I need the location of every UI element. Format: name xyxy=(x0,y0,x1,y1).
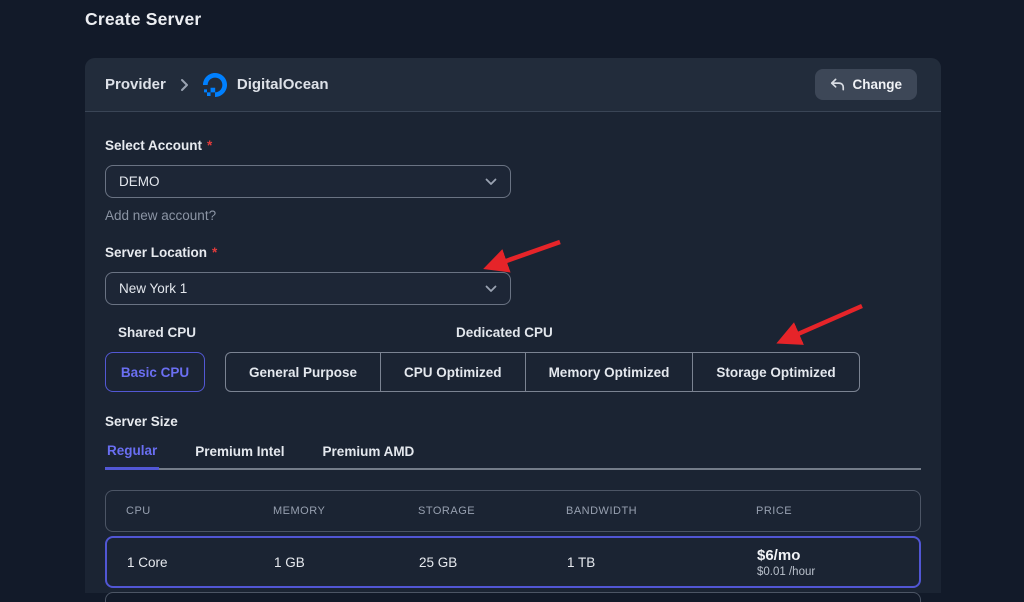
tab-premium-intel[interactable]: Premium Intel xyxy=(193,443,286,468)
account-select-value: DEMO xyxy=(119,174,160,189)
price-monthly: $6/mo xyxy=(757,547,919,564)
column-header-price: PRICE xyxy=(756,505,920,517)
server-size-table: CPU MEMORY STORAGE BANDWIDTH PRICE 1 Cor… xyxy=(105,490,921,602)
table-row-partial[interactable] xyxy=(105,592,921,602)
digitalocean-logo-icon xyxy=(203,73,227,97)
create-server-card: Provider DigitalOcean Change Select Acco… xyxy=(85,58,941,593)
page-title: Create Server xyxy=(85,9,201,30)
memory-optimized-button[interactable]: Memory Optimized xyxy=(525,353,693,391)
price-hourly: $0.01 /hour xyxy=(757,566,919,578)
column-header-storage: STORAGE xyxy=(418,505,566,517)
chevron-down-icon xyxy=(485,178,497,186)
cell-bandwidth: 1 TB xyxy=(567,555,757,570)
chevron-right-icon xyxy=(180,78,189,92)
table-header-row: CPU MEMORY STORAGE BANDWIDTH PRICE xyxy=(105,490,921,532)
cpu-optimized-button[interactable]: CPU Optimized xyxy=(380,353,525,391)
cpu-type-buttons-row: Basic CPU General Purpose CPU Optimized … xyxy=(105,352,921,392)
change-provider-button[interactable]: Change xyxy=(815,69,917,100)
select-account-label-text: Select Account xyxy=(105,138,202,153)
basic-cpu-button[interactable]: Basic CPU xyxy=(105,352,205,392)
dedicated-cpu-button-group: General Purpose CPU Optimized Memory Opt… xyxy=(225,352,860,392)
tab-regular[interactable]: Regular xyxy=(105,443,159,470)
column-header-bandwidth: BANDWIDTH xyxy=(566,505,756,517)
table-row[interactable]: 1 Core 1 GB 25 GB 1 TB $6/mo $0.01 /hour xyxy=(105,536,921,588)
location-select[interactable]: New York 1 xyxy=(105,272,511,305)
shared-cpu-label: Shared CPU xyxy=(118,325,196,340)
server-size-label-text: Server Size xyxy=(105,414,178,429)
general-purpose-button[interactable]: General Purpose xyxy=(226,353,380,391)
required-asterisk: * xyxy=(212,245,217,260)
column-header-cpu: CPU xyxy=(126,505,273,517)
server-location-label-text: Server Location xyxy=(105,245,207,260)
cpu-type-labels-row: Shared CPU Dedicated CPU xyxy=(105,325,921,340)
server-location-label: Server Location * xyxy=(105,245,921,260)
tab-premium-amd[interactable]: Premium AMD xyxy=(321,443,417,468)
storage-optimized-button[interactable]: Storage Optimized xyxy=(692,353,858,391)
cell-price: $6/mo $0.01 /hour xyxy=(757,547,919,578)
column-header-memory: MEMORY xyxy=(273,505,418,517)
undo-arrow-icon xyxy=(830,78,845,91)
dedicated-cpu-label: Dedicated CPU xyxy=(456,325,553,340)
provider-name: DigitalOcean xyxy=(237,76,329,93)
server-size-label: Server Size xyxy=(105,414,921,429)
cell-storage: 25 GB xyxy=(419,555,567,570)
card-body: Select Account * DEMO Add new account? S… xyxy=(85,112,941,602)
chevron-down-icon xyxy=(485,285,497,293)
required-asterisk: * xyxy=(207,138,212,153)
select-account-label: Select Account * xyxy=(105,138,921,153)
cell-memory: 1 GB xyxy=(274,555,419,570)
provider-breadcrumb-label: Provider xyxy=(105,76,166,93)
add-new-account-link[interactable]: Add new account? xyxy=(105,208,921,223)
provider-bar: Provider DigitalOcean Change xyxy=(85,58,941,112)
location-select-value: New York 1 xyxy=(119,281,187,296)
account-select[interactable]: DEMO xyxy=(105,165,511,198)
change-button-label: Change xyxy=(852,77,902,92)
server-size-tabs: Regular Premium Intel Premium AMD xyxy=(105,443,921,470)
cell-cpu: 1 Core xyxy=(127,555,274,570)
